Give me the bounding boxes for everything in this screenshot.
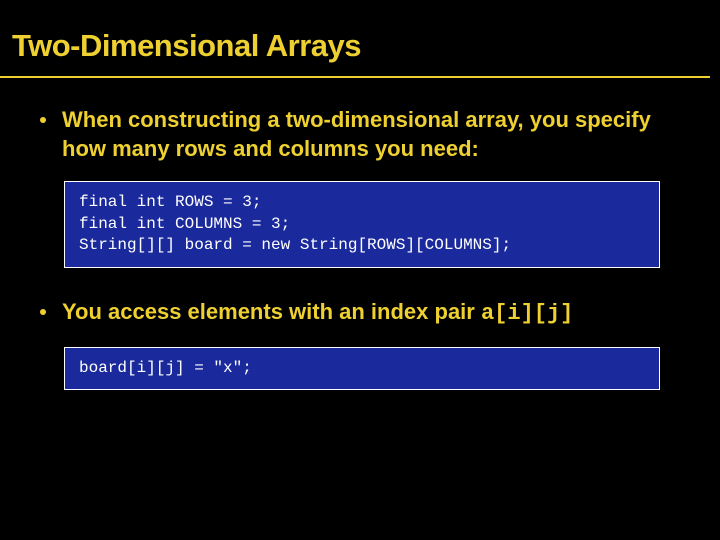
bullet-2-inline-code: a[i][j] — [481, 301, 573, 326]
bullet-1-text: When constructing a two-dimensional arra… — [62, 106, 680, 163]
bullet-dot-icon — [40, 309, 46, 315]
slide-content: When constructing a two-dimensional arra… — [0, 78, 720, 390]
bullet-1: When constructing a two-dimensional arra… — [40, 106, 680, 163]
bullet-2: You access elements with an index pair a… — [40, 298, 680, 329]
bullet-2-text-before: You access elements with an index pair — [62, 299, 481, 324]
code-block-1: final int ROWS = 3; final int COLUMNS = … — [64, 181, 660, 268]
code-block-2: board[i][j] = "x"; — [64, 347, 660, 391]
bullet-2-text: You access elements with an index pair a… — [62, 298, 573, 329]
slide-title: Two-Dimensional Arrays — [0, 0, 710, 78]
bullet-dot-icon — [40, 117, 46, 123]
slide: Two-Dimensional Arrays When constructing… — [0, 0, 720, 540]
